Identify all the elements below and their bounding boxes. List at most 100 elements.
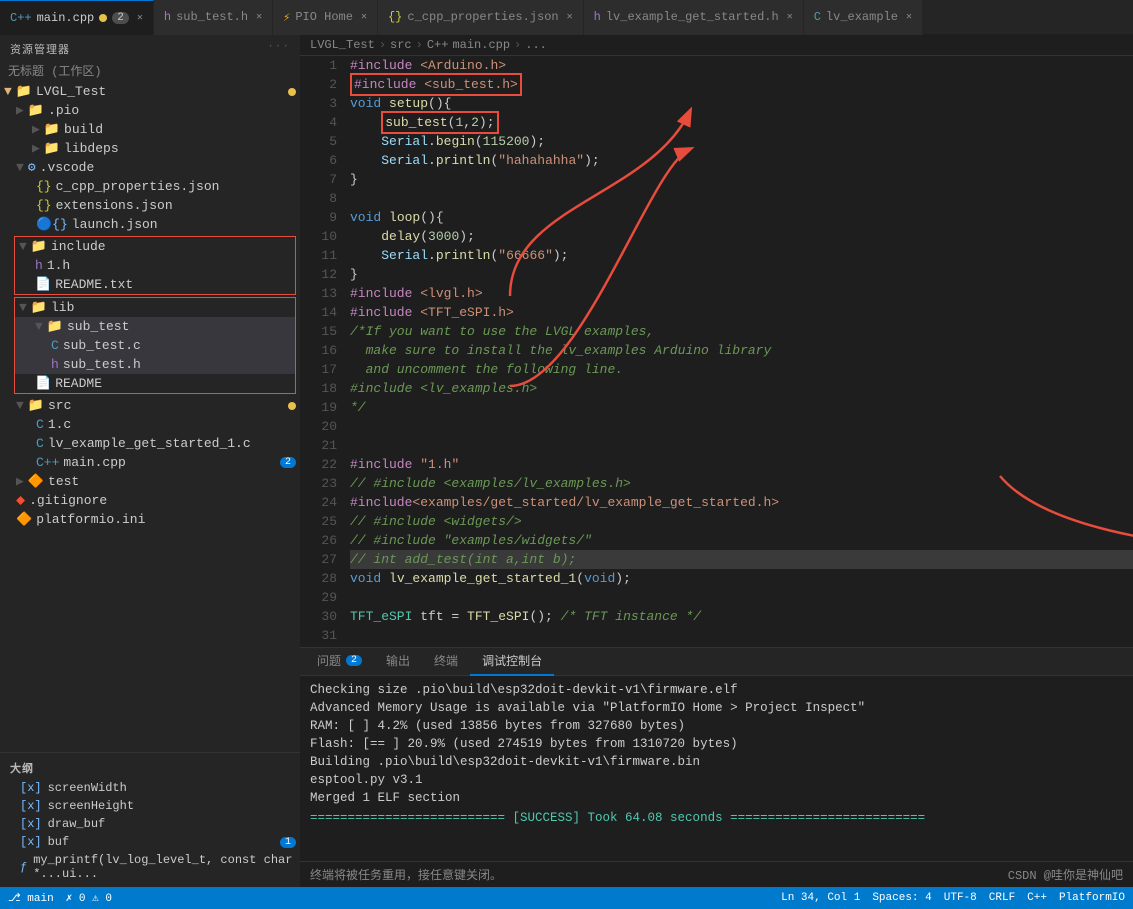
status-language[interactable]: C++	[1027, 892, 1047, 904]
status-branch[interactable]: ⎇ main	[8, 891, 54, 905]
breadcrumb: LVGL_Test › src › C++ main.cpp › ...	[300, 35, 1133, 56]
terminal-line: Checking size .pio\build\esp32doit-devki…	[310, 681, 1123, 699]
tab-lv-example-c[interactable]: C lv_example ✕	[804, 0, 923, 35]
tab-problems[interactable]: 问题 2	[305, 648, 374, 676]
tree-item-pio[interactable]: ▶ 📁 .pio	[0, 101, 300, 120]
tab-pio-home[interactable]: ⚡ PIO Home ✕	[273, 0, 378, 35]
code-content[interactable]: #include <Arduino.h> #include <sub_test.…	[345, 56, 1133, 647]
code-line-8	[350, 189, 1133, 208]
close-icon[interactable]: ✕	[137, 12, 143, 24]
highlight-box: sub_test(1,2);	[381, 111, 498, 134]
tree-item-readme[interactable]: 📄 README	[15, 374, 295, 393]
tree-item-build[interactable]: ▶ 📁 build	[0, 120, 300, 139]
outline-item-myprintf[interactable]: ƒ my_printf(lv_log_level_t, const char *…	[0, 851, 300, 883]
tree-item-1c[interactable]: C 1.c	[0, 415, 300, 434]
tree-item-launchjson[interactable]: 🔵{} launch.json	[0, 215, 300, 234]
tab-sub-test-h[interactable]: h sub_test.h ✕	[154, 0, 273, 35]
code-line-4: sub_test(1,2);	[350, 113, 1133, 132]
status-bar-right: Ln 34, Col 1 Spaces: 4 UTF-8 CRLF C++ Pl…	[781, 892, 1125, 904]
folder-icon: 📁	[44, 122, 60, 137]
terminal-line: esptool.py v3.1	[310, 771, 1123, 789]
tree-item-label: LVGL_Test	[36, 84, 106, 99]
tab-debug-console[interactable]: 调试控制台	[470, 648, 554, 676]
line-number: 17	[300, 360, 337, 379]
outline-item-drawbuf[interactable]: [x] draw_buf	[0, 815, 300, 833]
tree-item-include[interactable]: ▼ 📁 include	[15, 237, 295, 256]
modified-badge: 2	[280, 457, 296, 468]
line-number: 9	[300, 208, 337, 227]
tree-item-sub-test[interactable]: ▼ 📁 sub_test	[15, 317, 295, 336]
tab-terminal[interactable]: 终端	[422, 648, 470, 676]
code-area: 1 2 3 4 5 6 7 8 9 10 11 12 13 14	[300, 56, 1133, 647]
tree-item-platformio[interactable]: 🔶 platformio.ini	[0, 510, 300, 529]
tree-item-label: extensions.json	[56, 198, 173, 213]
tab-c-cpp-props[interactable]: {} c_cpp_properties.json ✕	[378, 0, 584, 35]
outline-item-screenwidth[interactable]: [x] screenWidth	[0, 779, 300, 797]
outline-item-buf[interactable]: [x] buf 1	[0, 833, 300, 851]
tree-item-sub-test-c[interactable]: C sub_test.c	[15, 336, 295, 355]
editor: 1 2 3 4 5 6 7 8 9 10 11 12 13 14	[300, 56, 1133, 647]
tree-item-src[interactable]: ▼ 📁 src	[0, 396, 300, 415]
terminal-line: Advanced Memory Usage is available via "…	[310, 699, 1123, 717]
tree-item-extjson[interactable]: {} extensions.json	[0, 196, 300, 215]
outline-item-screenheight[interactable]: [x] screenHeight	[0, 797, 300, 815]
tree-item-lib[interactable]: ▼ 📁 lib	[15, 298, 295, 317]
close-icon[interactable]: ✕	[361, 11, 367, 23]
close-icon[interactable]: ✕	[567, 11, 573, 23]
workspace-label[interactable]: 无标题 (工作区)	[0, 59, 300, 82]
breadcrumb-part: main.cpp	[452, 38, 510, 52]
sidebar-ellipsis[interactable]: ···	[267, 41, 290, 57]
tree-item-label: 1.h	[47, 258, 70, 273]
chevron-down-icon: ▼	[19, 300, 27, 315]
code-line-20	[350, 417, 1133, 436]
terminal-panel: 问题 2 输出 终端 调试控制台 Checking size .pio\buil…	[300, 647, 1133, 887]
status-platform[interactable]: PlatformIO	[1059, 892, 1125, 904]
fn-icon: ƒ	[20, 860, 27, 874]
close-icon[interactable]: ✕	[256, 11, 262, 23]
tree-item-label: README.txt	[55, 277, 133, 292]
tab-label: c_cpp_properties.json	[407, 10, 558, 24]
tree-item-1h[interactable]: h 1.h	[15, 256, 295, 275]
breadcrumb-part: src	[390, 38, 412, 52]
tab-badge: 2	[112, 12, 129, 24]
code-line-10: delay(3000);	[350, 227, 1133, 246]
chevron-right-icon: ▶	[16, 103, 24, 118]
tree-item-libdeps[interactable]: ▶ 📁 libdeps	[0, 139, 300, 158]
tree-item-label: .pio	[48, 103, 79, 118]
code-line-9: void loop(){	[350, 208, 1133, 227]
tree-item-label: lib	[51, 300, 74, 315]
tab-output[interactable]: 输出	[374, 648, 422, 676]
tree-item-label: build	[64, 122, 103, 137]
tree-item-label: 1.c	[48, 417, 71, 432]
tree-item-main-cpp[interactable]: C++ main.cpp 2	[0, 453, 300, 472]
status-errors[interactable]: ✗ 0 ⚠ 0	[66, 891, 112, 905]
tab-main-cpp[interactable]: C++ main.cpp 2 ✕	[0, 0, 154, 35]
outline-item-label: my_printf(lv_log_level_t, const char *..…	[33, 853, 296, 881]
chevron-right-icon: ▶	[16, 474, 24, 489]
tree-item-vscode[interactable]: ▼ ⚙ .vscode	[0, 158, 300, 177]
close-icon[interactable]: ✕	[906, 11, 912, 23]
tree-item-readme-txt[interactable]: 📄 README.txt	[15, 275, 295, 294]
git-icon: ⬥	[16, 493, 25, 508]
code-line-28: void lv_example_get_started_1(void);	[350, 569, 1133, 588]
tree-item-cppprop[interactable]: {} c_cpp_properties.json	[0, 177, 300, 196]
right-panel: LVGL_Test › src › C++ main.cpp › ...	[300, 35, 1133, 887]
tab-lv-example-h[interactable]: h lv_example_get_started.h ✕	[584, 0, 804, 35]
line-number: 12	[300, 265, 337, 284]
terminal-footer-left: 终端将被任务重用，接任意键关闭。	[310, 866, 502, 883]
code-line-21	[350, 436, 1133, 455]
tree-item-test[interactable]: ▶ 🔶 test	[0, 472, 300, 491]
breadcrumb-part: ...	[525, 38, 547, 52]
terminal-footer-right: CSDN @哇你是神仙吧	[1008, 866, 1123, 883]
tree-root[interactable]: ▼ 📁 LVGL_Test	[0, 82, 300, 101]
close-icon[interactable]: ✕	[787, 11, 793, 23]
cpp-icon: C++	[10, 11, 32, 25]
status-encoding: UTF-8	[944, 892, 977, 904]
tree-item-sub-test-h[interactable]: h sub_test.h	[15, 355, 295, 374]
outline-title: 大纲	[0, 757, 300, 779]
tree-item-label: sub_test.h	[63, 357, 141, 372]
h-icon: h	[35, 258, 43, 273]
tree-item-lv-example-c[interactable]: C lv_example_get_started_1.c	[0, 434, 300, 453]
code-line-6: Serial.println("hahahahha");	[350, 151, 1133, 170]
tree-item-gitignore[interactable]: ⬥ .gitignore	[0, 491, 300, 510]
